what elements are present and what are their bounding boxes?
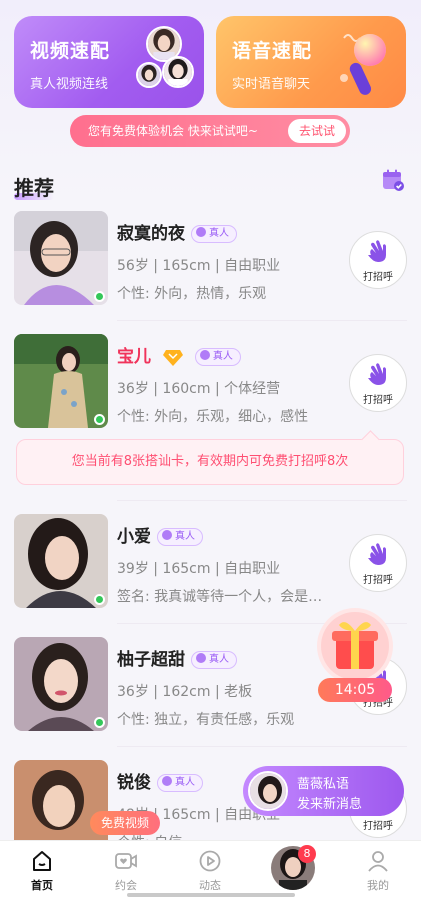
- user-tags: 个性: 独立，有责任感，乐观: [117, 712, 295, 728]
- list-item[interactable]: 小爱 真人 39岁 | 165cm | 自由职业 签名: 我真诚等待一个人，会是……: [14, 514, 407, 612]
- home-icon: [33, 851, 51, 871]
- verified-label: 真人: [212, 351, 233, 362]
- user-name: 宝儿 真人: [117, 342, 241, 367]
- verified-label: 真人: [175, 531, 195, 542]
- online-indicator: [94, 414, 105, 425]
- verified-icon: [199, 350, 210, 360]
- user-name-text: 锐俊: [117, 773, 151, 793]
- user-info: 36岁 | 160cm | 个体经营: [117, 381, 281, 397]
- video-match-card[interactable]: 视频速配 真人视频连线: [14, 16, 204, 108]
- tab-moments[interactable]: 动态: [168, 841, 252, 899]
- list-item[interactable]: 寂寞的夜 真人 56岁 | 165cm | 自由职业 个性: 外向，热情，乐观 打…: [14, 211, 407, 309]
- greet-button[interactable]: 打招呼: [349, 534, 407, 592]
- section-title: 推荐: [14, 176, 54, 200]
- avatar: [248, 771, 288, 811]
- user-name-text: 寂寞的夜: [117, 224, 185, 244]
- message-text: 发来新消息: [297, 797, 363, 812]
- verified-label: 真人: [175, 777, 195, 788]
- verified-badge: 真人: [157, 774, 203, 792]
- user-photo[interactable]: [14, 334, 108, 428]
- greet-label: 打招呼: [363, 575, 393, 586]
- play-circle-icon: [199, 850, 221, 872]
- gift-float[interactable]: 14:05: [316, 607, 394, 703]
- user-info: 36岁 | 162cm | 老板: [117, 684, 253, 700]
- calendar-check-icon[interactable]: [381, 168, 405, 192]
- user-name-text: 宝儿: [117, 347, 151, 367]
- list-item[interactable]: 宝儿 真人 36岁 | 160cm | 个体经营 个性: 外向，乐观，细心，感性…: [14, 334, 407, 432]
- tab-dating[interactable]: 约会: [84, 841, 168, 899]
- tab-label: 约会: [115, 879, 137, 892]
- user-tags: 签名: 我真诚等待一个人，会是…: [117, 589, 323, 605]
- user-info: 39岁 | 165cm | 自由职业: [117, 561, 281, 577]
- user-name-text: 柚子超甜: [117, 650, 185, 670]
- user-tags: 个性: 外向，热情，乐观: [117, 286, 267, 302]
- online-indicator: [94, 291, 105, 302]
- verified-icon: [162, 776, 172, 786]
- profile-icon: [368, 851, 388, 872]
- waving-hand-icon: [368, 363, 386, 385]
- greet-button[interactable]: 打招呼: [349, 354, 407, 412]
- verified-label: 真人: [209, 654, 229, 665]
- vip-diamond-icon: [162, 350, 183, 366]
- waving-hand-icon: [368, 240, 386, 262]
- tab-bar: 首页 约会 动态 我的: [0, 840, 421, 899]
- verified-icon: [162, 530, 172, 540]
- video-heart-icon: [115, 853, 137, 869]
- tab-profile[interactable]: 我的: [336, 841, 420, 899]
- divider: [117, 320, 407, 321]
- gift-timer: 14:05: [318, 678, 392, 702]
- user-tags: 个性: 外向，乐观，细心，感性: [117, 409, 309, 425]
- verified-label: 真人: [209, 228, 229, 239]
- verified-badge: 真人: [191, 651, 237, 669]
- verified-icon: [196, 227, 206, 237]
- verified-badge: 真人: [191, 225, 237, 243]
- user-name: 柚子超甜 真人: [117, 645, 237, 670]
- waving-hand-icon: [368, 543, 386, 565]
- try-button[interactable]: 去试试: [288, 119, 346, 143]
- verified-badge: 真人: [157, 528, 203, 546]
- chat-card-tip: 您当前有8张搭讪卡，有效期内可免费打招呼8次: [16, 439, 404, 485]
- online-indicator: [94, 594, 105, 605]
- message-sender: 蔷薇私语: [297, 777, 350, 792]
- message-popup[interactable]: 蔷薇私语 发来新消息: [243, 766, 404, 816]
- user-name: 小爱 真人: [117, 522, 203, 547]
- verified-badge: 真人: [194, 348, 241, 366]
- divider: [117, 746, 407, 747]
- user-name: 寂寞的夜 真人: [117, 219, 237, 244]
- avatar: [162, 56, 194, 88]
- avatar: [136, 62, 162, 88]
- tab-label: 我的: [367, 879, 389, 892]
- tab-label: 首页: [31, 879, 53, 892]
- trial-banner-text: 您有免费体验机会 快来试试吧~: [88, 124, 258, 138]
- greet-label: 打招呼: [363, 395, 393, 406]
- online-indicator: [94, 717, 105, 728]
- greet-button[interactable]: 打招呼: [349, 231, 407, 289]
- free-video-badge[interactable]: 免费视频: [90, 811, 160, 835]
- gift-box-icon: [317, 608, 393, 684]
- greet-label: 打招呼: [363, 821, 393, 832]
- microphone-icon: [340, 34, 386, 95]
- trial-banner: 您有免费体验机会 快来试试吧~ 去试试: [70, 115, 350, 147]
- greet-label: 打招呼: [363, 272, 393, 283]
- divider: [117, 500, 407, 501]
- user-info: 56岁 | 165cm | 自由职业: [117, 258, 281, 274]
- user-photo[interactable]: [14, 211, 108, 305]
- user-photo[interactable]: [14, 514, 108, 608]
- user-name-text: 小爱: [117, 527, 151, 547]
- tab-badge: 8: [298, 845, 316, 863]
- home-indicator: [127, 893, 295, 897]
- tab-label: 动态: [199, 879, 221, 892]
- user-name: 锐俊 真人: [117, 768, 203, 793]
- voice-match-card[interactable]: 语音速配 实时语音聊天: [216, 16, 406, 108]
- verified-icon: [196, 653, 206, 663]
- user-photo[interactable]: [14, 637, 108, 731]
- tab-home[interactable]: 首页: [0, 841, 84, 899]
